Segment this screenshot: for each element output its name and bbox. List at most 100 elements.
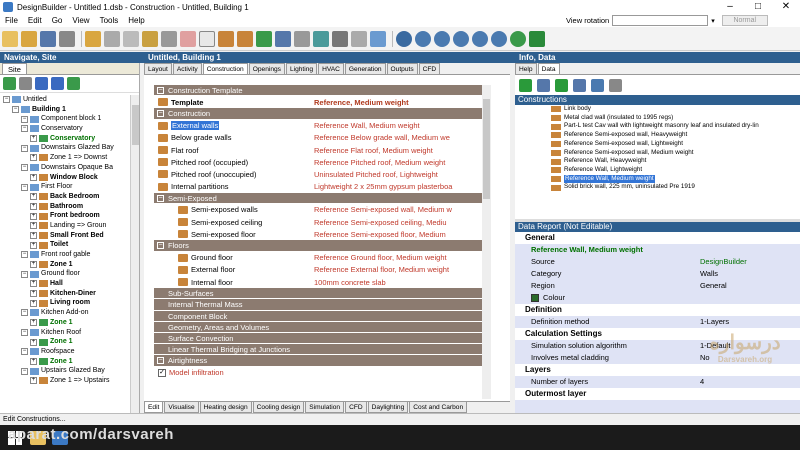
zoom-window-icon[interactable]: [453, 30, 469, 47]
expand-toggle-icon[interactable]: −: [21, 115, 28, 123]
expand-toggle-icon[interactable]: +: [30, 202, 37, 210]
tree-item[interactable]: − Roofspace: [0, 347, 130, 357]
bottom-tab-cost-and-carbon[interactable]: Cost and Carbon: [409, 402, 468, 413]
filter-icon[interactable]: [609, 78, 622, 92]
expand-toggle-icon[interactable]: +: [30, 290, 37, 298]
expand-toggle-icon[interactable]: +: [30, 222, 37, 230]
tree-item[interactable]: + Bathroom: [0, 202, 130, 212]
tab-data[interactable]: Data: [537, 63, 560, 74]
collapse-icon[interactable]: −: [157, 194, 164, 202]
construction-item[interactable]: Reference Semi-exposed wall, Lightweight: [551, 140, 800, 149]
property-row[interactable]: External walls Reference Wall, Medium wei…: [154, 120, 490, 132]
expand-toggle-icon[interactable]: −: [21, 348, 28, 356]
property-value[interactable]: Reference Wall, Medium weight: [314, 121, 486, 130]
property-value[interactable]: 100mm concrete slab: [314, 278, 486, 287]
expand-toggle-icon[interactable]: +: [30, 193, 37, 201]
bottom-tab-simulation[interactable]: Simulation: [305, 402, 345, 413]
bottom-tab-daylighting[interactable]: Daylighting: [367, 402, 409, 413]
tree-item[interactable]: − Front roof gable: [0, 250, 130, 260]
wrench-icon[interactable]: [85, 30, 101, 47]
expand-toggle-icon[interactable]: +: [30, 377, 37, 385]
construction-item[interactable]: Reference Wall, Heavyweight: [551, 157, 800, 166]
collapse-icon[interactable]: −: [157, 357, 164, 365]
add-icon[interactable]: [555, 78, 568, 92]
tree-item[interactable]: − Conservatory: [0, 124, 130, 134]
select-check-icon[interactable]: [519, 78, 532, 92]
construction-item[interactable]: Reference Wall, Lightweight: [551, 166, 800, 175]
copy-item-icon[interactable]: [591, 78, 604, 92]
property-row[interactable]: Internal partitions Lightweight 2 x 25mm …: [154, 181, 490, 193]
property-row[interactable]: Semi-exposed ceiling Reference Semi-expos…: [154, 216, 490, 228]
tree-view-icon[interactable]: [19, 77, 32, 90]
undo-icon[interactable]: [161, 30, 177, 47]
collapse-icon[interactable]: −: [157, 242, 164, 250]
section-header[interactable]: Component Block»: [154, 310, 490, 322]
construction-item[interactable]: Reference Semi-exposed wall, Medium weig…: [551, 149, 800, 158]
bottom-tab-heating-design[interactable]: Heating design: [199, 402, 252, 413]
expand-toggle-icon[interactable]: −: [21, 270, 28, 278]
section-header[interactable]: Linear Thermal Bridging at Junctions»: [154, 344, 490, 356]
expand-toggle-icon[interactable]: −: [21, 164, 28, 172]
property-value[interactable]: Lightweight 2 x 25mm gypsum plasterboa: [314, 182, 486, 191]
menu-help[interactable]: Help: [123, 16, 149, 25]
property-row[interactable]: Pitched roof (unoccupied) Uninsulated Pit…: [154, 168, 490, 180]
expand-toggle-icon[interactable]: +: [30, 299, 37, 307]
construction-item[interactable]: Reference Semi-exposed wall, Heavyweight: [551, 131, 800, 140]
tree-item[interactable]: + Window Block: [0, 173, 130, 183]
tree-item[interactable]: + Zone 1: [0, 357, 130, 367]
section-header[interactable]: Internal Thermal Mass»: [154, 299, 490, 311]
refresh-icon[interactable]: [510, 30, 526, 47]
tree-item[interactable]: + Landing => Groun: [0, 221, 130, 231]
menu-edit[interactable]: Edit: [23, 16, 47, 25]
expand-toggle-icon[interactable]: −: [12, 106, 19, 114]
construction-item[interactable]: Link body: [551, 105, 800, 114]
expand-toggle-icon[interactable]: +: [30, 338, 37, 346]
property-value[interactable]: Reference Flat roof, Medium weight: [314, 146, 486, 155]
forward-arrow-icon[interactable]: [51, 77, 64, 90]
construction-item[interactable]: Solid brick wall, 225 mm, uninsulated Pr…: [551, 183, 800, 192]
save-icon[interactable]: [40, 30, 56, 47]
print-icon[interactable]: [59, 30, 75, 47]
tab-construction[interactable]: Construction: [202, 63, 248, 74]
pointer-icon[interactable]: [199, 30, 215, 47]
tree-item[interactable]: + Back Bedroom: [0, 192, 130, 202]
tab-lighting[interactable]: Lighting: [285, 63, 318, 74]
zoom-extents-icon[interactable]: [472, 30, 488, 47]
tree-item[interactable]: + Front bedroom: [0, 211, 130, 221]
construction-item[interactable]: Metal clad wall (insulated to 1995 regs): [551, 114, 800, 123]
tree-item[interactable]: − Downstairs Glazed Bay: [0, 143, 130, 153]
collapse-icon[interactable]: −: [157, 87, 164, 94]
construction-item[interactable]: Reference Wall, Medium weight: [551, 174, 800, 184]
tree-item[interactable]: − Downstairs Opaque Ba: [0, 163, 130, 173]
copy-icon[interactable]: [123, 30, 139, 47]
property-row[interactable]: Pitched roof (occupied) Reference Pitched…: [154, 156, 490, 168]
check-icon[interactable]: [529, 30, 545, 47]
collapse-icon[interactable]: −: [157, 110, 164, 118]
section-header[interactable]: − Construction: [154, 108, 490, 120]
tab-hvac[interactable]: HVAC: [318, 63, 344, 74]
property-row[interactable]: Template Reference, Medium weight: [154, 96, 490, 108]
tree-scrollbar[interactable]: [130, 95, 139, 413]
tab-generation[interactable]: Generation: [344, 63, 386, 74]
tree-item[interactable]: + Kitchen-Diner: [0, 289, 130, 299]
go-up-icon[interactable]: [3, 77, 16, 90]
section-header[interactable]: Geometry, Areas and Volumes»: [154, 321, 490, 333]
tree-item[interactable]: + Conservatory: [0, 134, 130, 144]
guide-icon[interactable]: [370, 30, 386, 47]
stretch-icon[interactable]: [313, 30, 329, 47]
expand-toggle-icon[interactable]: −: [21, 183, 28, 191]
tree-item[interactable]: − Kitchen Add-on: [0, 308, 130, 318]
tree-item[interactable]: − Upstairs Glazed Bay: [0, 366, 130, 376]
tree-item[interactable]: + Living room: [0, 298, 130, 308]
draw-block-icon[interactable]: [218, 30, 234, 47]
expand-toggle-icon[interactable]: −: [21, 125, 28, 133]
menu-view[interactable]: View: [67, 16, 94, 25]
expand-toggle-icon[interactable]: +: [30, 231, 37, 239]
new-file-icon[interactable]: [2, 30, 18, 47]
bottom-tab-cooling-design[interactable]: Cooling design: [252, 402, 305, 413]
tab-site[interactable]: Site: [2, 63, 27, 74]
redo-icon[interactable]: [180, 30, 196, 47]
property-row[interactable]: Internal floor 100mm concrete slab: [154, 276, 490, 288]
expand-toggle-icon[interactable]: −: [21, 309, 28, 317]
cut-block-icon[interactable]: [275, 30, 291, 47]
